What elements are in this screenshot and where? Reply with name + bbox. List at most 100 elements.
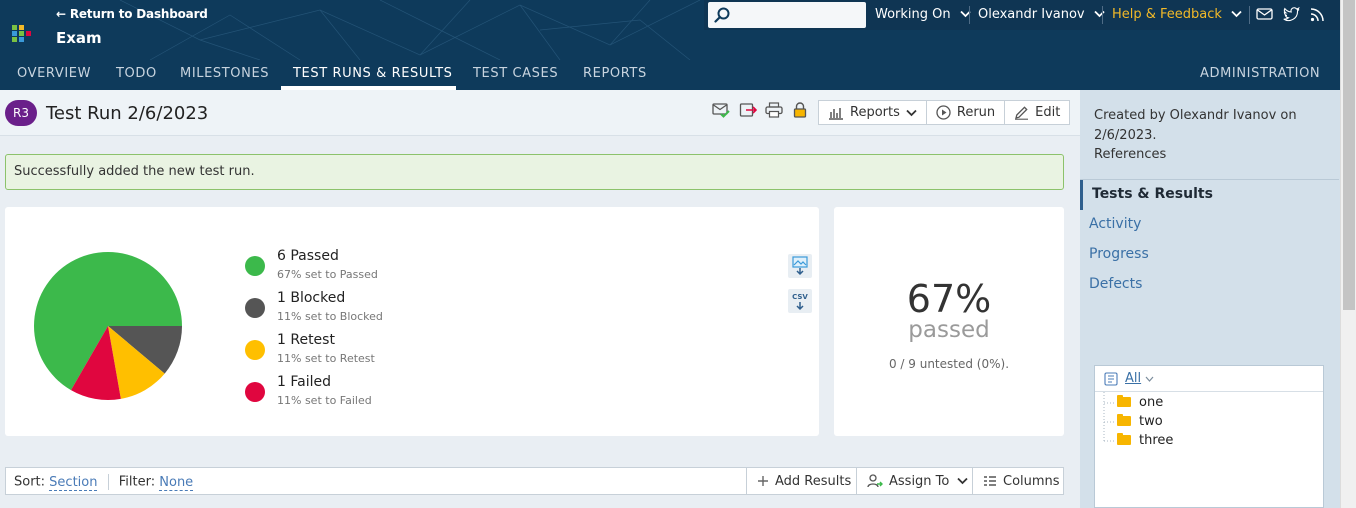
add-results-button[interactable]: Add Results — [746, 468, 861, 494]
tab-milestones[interactable]: MILESTONES — [180, 66, 269, 81]
tree-folder-item[interactable]: one — [1117, 395, 1163, 410]
sort-value-link[interactable]: Section — [49, 474, 98, 491]
pass-percentage: 67% — [906, 277, 992, 321]
columns-button[interactable]: Columns — [972, 468, 1070, 494]
tree-toggle-icon[interactable] — [1104, 372, 1118, 386]
top-bar: Working On Olexandr Ivanov Help & Feedba… — [704, 0, 1340, 30]
results-pie-chart — [34, 252, 182, 400]
divider — [1080, 179, 1339, 180]
legend-sublabel: 67% set to Passed — [277, 268, 378, 281]
sort-filter-bar: Sort: Section Filter: None — [14, 474, 194, 491]
filter-value-link[interactable]: None — [159, 474, 194, 491]
twitter-icon[interactable] — [1283, 7, 1300, 22]
success-alert: Successfully added the new test run. — [5, 154, 1064, 190]
success-alert-message: Successfully added the new test run. — [14, 164, 255, 179]
legend-label: 1 Failed — [277, 374, 331, 390]
scrollbar-thumb[interactable] — [1343, 0, 1355, 310]
lock-icon[interactable] — [793, 102, 807, 122]
chevron-down-icon — [957, 477, 969, 485]
sidebar-tab-progress[interactable]: Progress — [1089, 246, 1149, 262]
sort-label: Sort: — [14, 474, 46, 490]
chevron-down-icon — [1231, 10, 1242, 18]
legend-label: 6 Passed — [277, 248, 339, 264]
vertical-scrollbar[interactable] — [1340, 0, 1356, 508]
tree-folder-label: three — [1139, 433, 1174, 448]
page-title: Test Run 2/6/2023 — [46, 103, 209, 124]
results-toolbar: Sort: Section Filter: None Add Results A… — [5, 467, 1064, 495]
working-on-label: Working On — [875, 7, 951, 22]
right-sidebar: Created by Olexandr Ivanov on 2/6/2023. … — [1080, 90, 1340, 508]
pass-rate-card: 67% passed 0 / 9 untested (0%). — [834, 207, 1064, 436]
tab-test-runs-results[interactable]: TEST RUNS & RESULTS — [293, 66, 452, 81]
columns-label: Columns — [1003, 473, 1060, 489]
return-to-dashboard-link[interactable]: ← Return to Dashboard — [56, 7, 208, 21]
legend-color-swatch — [245, 382, 265, 402]
created-by-text: Created by Olexandr Ivanov on 2/6/2023. — [1094, 108, 1297, 143]
results-chart-card: 6 Passed 67% set to Passed 1 Blocked 11%… — [5, 207, 819, 436]
tree-filter-link[interactable]: All — [1125, 371, 1141, 386]
rss-icon[interactable] — [1310, 7, 1325, 22]
assign-to-dropdown[interactable]: Assign To — [856, 468, 978, 494]
main-nav: OVERVIEW TODO MILESTONES TEST RUNS & RES… — [0, 60, 1340, 90]
assign-user-icon — [867, 474, 883, 488]
legend-label: 1 Retest — [277, 332, 335, 348]
folder-icon — [1117, 433, 1131, 445]
sidebar-tab-activity[interactable]: Activity — [1089, 216, 1141, 232]
reports-button[interactable]: Reports — [819, 101, 927, 124]
filter-label: Filter: — [118, 474, 156, 490]
email-check-icon[interactable] — [712, 102, 730, 122]
export-csv-button[interactable]: CSV — [788, 289, 812, 313]
export-image-button[interactable] — [788, 254, 812, 278]
tab-administration[interactable]: ADMINISTRATION — [1200, 66, 1320, 81]
user-name: Olexandr Ivanov — [978, 7, 1085, 22]
user-menu-dropdown[interactable]: Olexandr Ivanov — [978, 7, 1105, 22]
chevron-down-icon — [1094, 10, 1105, 18]
play-circle-icon — [936, 105, 951, 120]
tab-overview[interactable]: OVERVIEW — [17, 66, 91, 81]
bar-chart-icon — [829, 107, 843, 120]
divider — [1249, 6, 1250, 24]
untested-count: 0 / 9 untested (0%). — [888, 357, 1010, 371]
search-input[interactable] — [708, 2, 866, 28]
run-header: R3 Test Run 2/6/2023 Reports Rerun Edit — [0, 90, 1080, 136]
pencil-icon — [1015, 106, 1029, 120]
sidebar-tab-tests-results[interactable]: Tests & Results — [1092, 186, 1213, 202]
divider — [969, 6, 970, 24]
tree-folder-item[interactable]: three — [1117, 433, 1173, 448]
mail-icon[interactable] — [1256, 7, 1273, 21]
edit-button-label: Edit — [1035, 105, 1061, 120]
help-feedback-label: Help & Feedback — [1112, 7, 1222, 22]
rerun-button-label: Rerun — [956, 105, 996, 120]
app-logo[interactable] — [12, 25, 32, 43]
legend-color-swatch — [245, 298, 265, 318]
csv-download-icon: CSV — [792, 293, 808, 311]
export-icon[interactable] — [739, 102, 758, 122]
chevron-down-icon[interactable] — [1145, 376, 1154, 382]
legend-label: 1 Blocked — [277, 290, 346, 306]
legend-color-swatch — [245, 256, 265, 276]
run-id-badge: R3 — [5, 100, 37, 126]
divider — [107, 474, 109, 490]
tree-header: All — [1095, 366, 1323, 392]
tab-test-cases[interactable]: TEST CASES — [473, 66, 558, 81]
project-title: Exam — [56, 29, 102, 47]
assign-to-label: Assign To — [889, 473, 950, 489]
tab-reports[interactable]: REPORTS — [583, 66, 647, 81]
edit-button[interactable]: Edit — [1005, 101, 1069, 124]
legend-sublabel: 11% set to Failed — [277, 394, 372, 407]
rerun-button[interactable]: Rerun — [927, 101, 1006, 124]
folder-icon — [1117, 395, 1131, 407]
tree-folder-label: two — [1139, 414, 1163, 429]
plus-icon — [758, 476, 768, 486]
print-icon[interactable] — [765, 102, 783, 122]
sidebar-tab-defects[interactable]: Defects — [1089, 276, 1142, 292]
working-on-dropdown[interactable]: Working On — [875, 7, 971, 22]
chevron-down-icon — [906, 109, 917, 116]
tab-todo[interactable]: TODO — [116, 66, 157, 81]
help-feedback-dropdown[interactable]: Help & Feedback — [1112, 7, 1242, 22]
run-metadata: Created by Olexandr Ivanov on 2/6/2023. … — [1094, 106, 1304, 165]
section-tree: All one two three — [1094, 365, 1324, 508]
references-label: References — [1094, 147, 1167, 162]
legend-color-swatch — [245, 340, 265, 360]
tree-folder-item[interactable]: two — [1117, 414, 1163, 429]
